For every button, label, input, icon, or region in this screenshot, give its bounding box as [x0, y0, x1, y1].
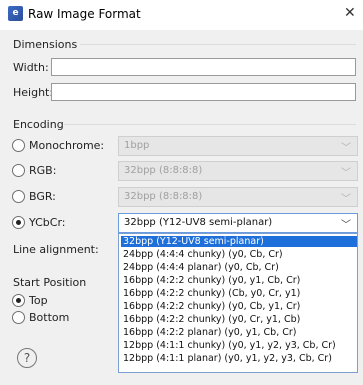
- chevron-down-icon: ﹀: [341, 143, 351, 154]
- dropdown-option[interactable]: 12bpp (4:1:1 chunky) (y0, y1, y2, y3, Cb…: [121, 340, 357, 351]
- encoding-section-label: Encoding: [13, 118, 64, 131]
- ycbcr-radio[interactable]: [12, 216, 25, 229]
- window-title: Raw Image Format: [28, 7, 141, 21]
- app-icon: e: [8, 6, 23, 21]
- ycbcr-dropdown-list: 32bpp (Y12-UV8 semi-planar) 24bpp (4:4:4…: [118, 233, 358, 373]
- dimensions-section-label: Dimensions: [13, 38, 78, 51]
- dropdown-option[interactable]: 16bpp (4:2:2 planar) (y0, y1, Cb, Cr): [121, 327, 357, 338]
- bottom-label: Bottom: [29, 311, 70, 324]
- bgr-radio[interactable]: [12, 190, 25, 203]
- rgb-radio[interactable]: [12, 164, 25, 177]
- dropdown-option[interactable]: 24bpp (4:4:4 planar) (y0, Cb, Cr): [121, 262, 357, 273]
- top-label: Top: [29, 294, 48, 307]
- close-icon[interactable]: ✕: [344, 5, 356, 21]
- rgb-label: RGB:: [29, 164, 57, 177]
- line-alignment-label: Line alignment:: [13, 243, 99, 256]
- bgr-label: BGR:: [29, 190, 56, 203]
- width-label: Width:: [13, 61, 49, 74]
- rgb-combo[interactable]: 32bpp (8:8:8:8) ﹀: [118, 161, 358, 181]
- height-input[interactable]: [51, 83, 356, 101]
- title-bar: e Raw Image Format ✕: [0, 0, 363, 30]
- help-icon[interactable]: ?: [17, 348, 37, 368]
- encoding-divider: [64, 124, 356, 125]
- ycbcr-combo[interactable]: 32bpp (Y12-UV8 semi-planar) ﹀: [118, 213, 358, 233]
- height-label: Height:: [13, 86, 54, 99]
- dropdown-option[interactable]: 16bpp (4:2:2 chunky) (y0, Cb, y1, Cr): [121, 301, 357, 312]
- top-radio[interactable]: [12, 294, 25, 307]
- dropdown-option[interactable]: 16bpp (4:2:2 chunky) (y0, y1, Cb, Cr): [121, 275, 357, 286]
- dropdown-option[interactable]: 24bpp (4:4:4 chunky) (y0, Cb, Cr): [121, 249, 357, 260]
- dimensions-divider: [80, 44, 356, 45]
- dropdown-option[interactable]: 16bpp (4:2:2 chunky) (Cb, y0, Cr, y1): [121, 288, 357, 299]
- ycbcr-label: YCbCr:: [29, 216, 66, 229]
- chevron-down-icon: ﹀: [341, 168, 351, 179]
- chevron-down-icon: ﹀: [341, 220, 351, 231]
- start-position-section-label: Start Position: [13, 276, 87, 289]
- dropdown-option[interactable]: 12bpp (4:1:1 planar) (y0, y1, y2, y3, Cb…: [121, 353, 357, 364]
- bottom-radio[interactable]: [12, 311, 25, 324]
- monochrome-radio[interactable]: [12, 139, 25, 152]
- width-input[interactable]: [51, 58, 356, 76]
- dropdown-option[interactable]: 32bpp (Y12-UV8 semi-planar): [121, 236, 357, 247]
- chevron-down-icon: ﹀: [341, 194, 351, 205]
- dropdown-option[interactable]: 16bpp (4:2:2 chunky) (y0, Cr, y1, Cb): [121, 314, 357, 325]
- monochrome-label: Monochrome:: [29, 139, 105, 152]
- monochrome-combo[interactable]: 1bpp ﹀: [118, 136, 358, 156]
- bgr-combo[interactable]: 32bpp (8:8:8:8) ﹀: [118, 187, 358, 207]
